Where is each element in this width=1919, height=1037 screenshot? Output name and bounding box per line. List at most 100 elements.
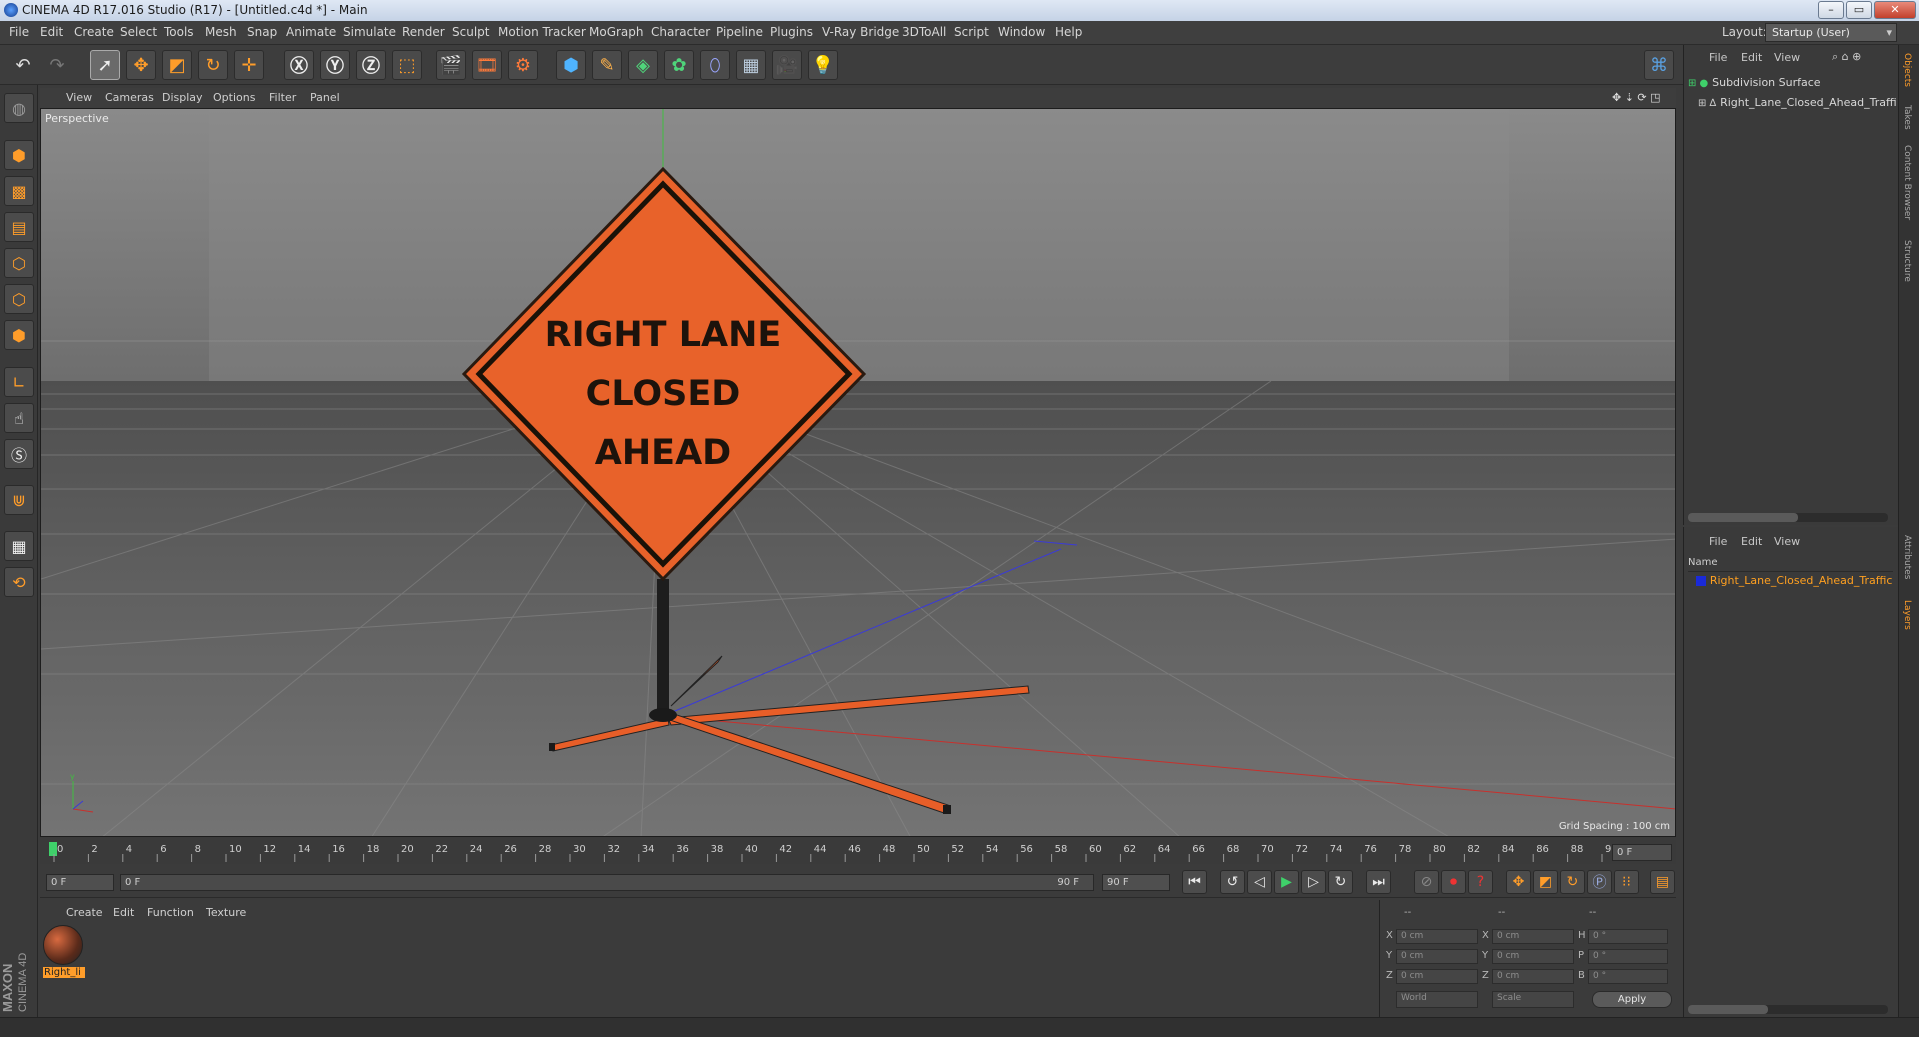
- deformer-icon[interactable]: ⬯: [700, 50, 730, 80]
- python-icon[interactable]: ⌘: [1644, 50, 1674, 80]
- object-row-sign[interactable]: ⊞ ∆ Right_Lane_Closed_Ahead_Traffi: [1698, 95, 1898, 111]
- key-position-icon[interactable]: ✥: [1506, 870, 1531, 894]
- edges-mode-icon[interactable]: ⬡: [4, 284, 34, 314]
- menu-create[interactable]: Create: [74, 25, 114, 39]
- layer-menu-view[interactable]: View: [1774, 535, 1800, 548]
- maximize-button[interactable]: ▭: [1846, 1, 1872, 19]
- object-menu-edit[interactable]: Edit: [1741, 51, 1762, 64]
- next-frame-icon[interactable]: ▷: [1301, 870, 1326, 894]
- object-row-subdivision[interactable]: ⊞ ● Subdivision Surface: [1688, 75, 1893, 91]
- coord-rot-b-field[interactable]: 0 °: [1588, 969, 1668, 984]
- menu-vray-bridge[interactable]: V-Ray Bridge: [822, 25, 899, 39]
- menu-mesh[interactable]: Mesh: [205, 25, 237, 39]
- go-to-next-key-icon[interactable]: ↻: [1328, 870, 1353, 894]
- object-menu-view[interactable]: View: [1774, 51, 1800, 64]
- z-axis-icon[interactable]: Ⓩ: [356, 50, 386, 80]
- menu-edit[interactable]: Edit: [40, 25, 63, 39]
- menu-motion-tracker[interactable]: Motion Tracker: [498, 25, 586, 39]
- layer-row[interactable]: Right_Lane_Closed_Ahead_Traffic: [1696, 573, 1896, 589]
- viewport-menu-options[interactable]: Options: [213, 91, 255, 104]
- axis-mode-icon[interactable]: ∟: [4, 367, 34, 397]
- layer-scrollbar-thumb[interactable]: [1688, 1005, 1768, 1014]
- object-scrollbar[interactable]: [1688, 513, 1888, 522]
- perspective-viewport[interactable]: RIGHT LANE CLOSED AHEAD y Perspective Gr…: [40, 108, 1676, 837]
- menu-simulate[interactable]: Simulate: [343, 25, 396, 39]
- polygons-mode-icon[interactable]: ⬢: [4, 320, 34, 350]
- material-menu-create[interactable]: Create: [66, 906, 103, 919]
- menu-character[interactable]: Character: [651, 25, 710, 39]
- menu-file[interactable]: File: [9, 25, 29, 39]
- go-to-end-icon[interactable]: ⏭: [1366, 870, 1391, 894]
- render-settings-icon[interactable]: ⚙: [508, 50, 538, 80]
- points-mode-icon[interactable]: ⬡: [4, 248, 34, 278]
- menu-pipeline[interactable]: Pipeline: [716, 25, 763, 39]
- previous-frame-icon[interactable]: ◁: [1247, 870, 1272, 894]
- texture-mode-icon[interactable]: ▩: [4, 176, 34, 206]
- material-menu-texture[interactable]: Texture: [206, 906, 246, 919]
- workplane-lock-icon[interactable]: ▦: [4, 531, 34, 561]
- timeline-ruler[interactable]: 0 2 4 6 8 10 12 14 16 18 20 22 24 26 28 30 32 34 36 38 40 42 4…: [40, 840, 1676, 864]
- viewport-menu-cameras[interactable]: Cameras: [105, 91, 154, 104]
- snap-icon[interactable]: Ⓢ: [4, 439, 34, 469]
- viewport-nav-icon[interactable]: ✥ ⇣ ⟳ ◳: [1612, 91, 1661, 104]
- locked-workplane-icon[interactable]: ⟲: [4, 567, 34, 597]
- subdivision-icon[interactable]: ◈: [628, 50, 658, 80]
- render-view-icon[interactable]: 🎬: [436, 50, 466, 80]
- workplane-icon[interactable]: ▤: [4, 212, 34, 242]
- floor-icon[interactable]: ▦: [736, 50, 766, 80]
- close-button[interactable]: ✕: [1874, 1, 1916, 19]
- viewport-menu-display[interactable]: Display: [162, 91, 203, 104]
- play-icon[interactable]: ▶: [1274, 870, 1299, 894]
- coord-pos-y-field[interactable]: 0 cm: [1396, 949, 1478, 964]
- key-scale-icon[interactable]: ◩: [1533, 870, 1558, 894]
- minimize-button[interactable]: –: [1818, 1, 1844, 19]
- x-axis-icon[interactable]: Ⓧ: [284, 50, 314, 80]
- key-pla-icon[interactable]: ⁝⁝: [1614, 870, 1639, 894]
- material-swatch[interactable]: Right_li: [43, 925, 85, 983]
- timeline-window-icon[interactable]: ▤: [1650, 870, 1675, 894]
- viewport-menu-view[interactable]: View: [66, 91, 92, 104]
- redo-icon[interactable]: ↷: [42, 50, 72, 80]
- coord-size-mode-select[interactable]: Scale: [1492, 991, 1574, 1008]
- viewport-menu-panel[interactable]: Panel: [310, 91, 340, 104]
- layer-scrollbar[interactable]: [1688, 1005, 1888, 1014]
- material-menu-edit[interactable]: Edit: [113, 906, 134, 919]
- start-frame-field[interactable]: 0 F: [46, 874, 114, 891]
- tab-structure[interactable]: Structure: [1902, 240, 1912, 282]
- key-rotation-icon[interactable]: ↻: [1560, 870, 1585, 894]
- coord-pos-z-field[interactable]: 0 cm: [1396, 969, 1478, 984]
- coord-rot-p-field[interactable]: 0 °: [1588, 949, 1668, 964]
- record-keys-icon[interactable]: ⏺: [1441, 870, 1466, 894]
- menu-mograph[interactable]: MoGraph: [589, 25, 644, 39]
- camera-icon[interactable]: 🎥: [772, 50, 802, 80]
- render-picture-viewer-icon[interactable]: 🎞: [472, 50, 502, 80]
- current-frame-field[interactable]: 0 F: [1612, 844, 1672, 861]
- tab-attributes[interactable]: Attributes: [1902, 535, 1912, 579]
- cloner-icon[interactable]: ✿: [664, 50, 694, 80]
- rotate-tool-icon[interactable]: ↻: [198, 50, 228, 80]
- menu-window[interactable]: Window: [998, 25, 1045, 39]
- y-axis-icon[interactable]: Ⓨ: [320, 50, 350, 80]
- light-icon[interactable]: 💡: [808, 50, 838, 80]
- pen-spline-icon[interactable]: ✎: [592, 50, 622, 80]
- menu-help[interactable]: Help: [1055, 25, 1082, 39]
- layer-menu-edit[interactable]: Edit: [1741, 535, 1762, 548]
- tweak-mode-icon[interactable]: ☝: [4, 403, 34, 433]
- layout-select[interactable]: Startup (User): [1765, 23, 1897, 42]
- coord-size-y-field[interactable]: 0 cm: [1492, 949, 1574, 964]
- model-mode-icon[interactable]: ⬢: [4, 140, 34, 170]
- apply-button[interactable]: Apply: [1592, 991, 1672, 1008]
- search-icon[interactable]: ⌕ ⌂ ⊕: [1832, 50, 1861, 64]
- menu-script[interactable]: Script: [954, 25, 989, 39]
- menu-snap[interactable]: Snap: [247, 25, 277, 39]
- object-scrollbar-thumb[interactable]: [1688, 513, 1798, 522]
- tab-objects[interactable]: Objects: [1902, 53, 1912, 87]
- menu-sculpt[interactable]: Sculpt: [452, 25, 489, 39]
- object-menu-file[interactable]: File: [1709, 51, 1727, 64]
- tab-layers[interactable]: Layers: [1902, 600, 1912, 630]
- coordinate-system-icon[interactable]: ⬚: [392, 50, 422, 80]
- undo-icon[interactable]: ↶: [8, 50, 38, 80]
- move-tool-icon[interactable]: ✥: [126, 50, 156, 80]
- menu-render[interactable]: Render: [402, 25, 445, 39]
- frame-range-slider[interactable]: 0 F 90 F: [120, 874, 1094, 891]
